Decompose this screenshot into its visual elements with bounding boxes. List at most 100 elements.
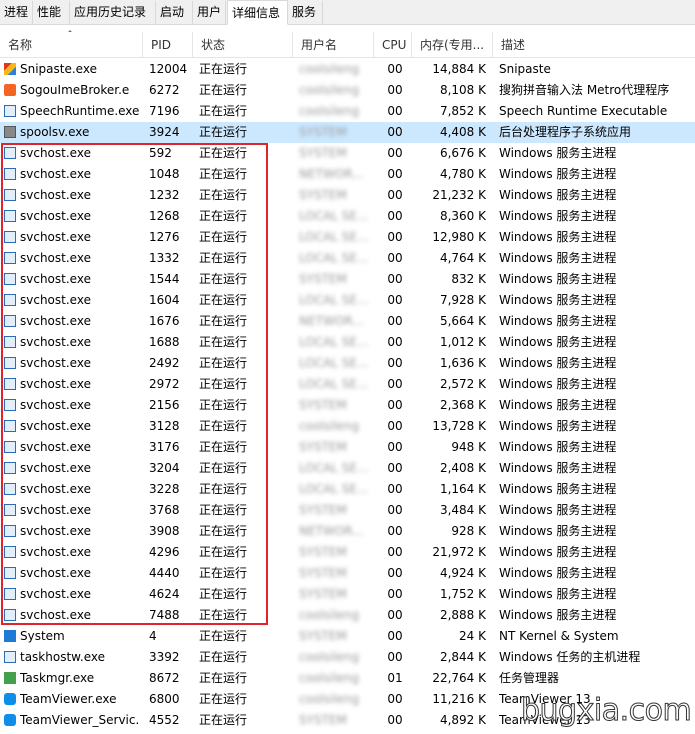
process-pid-text: 7488 (149, 608, 180, 622)
table-row[interactable]: SogouImeBroker.e 6272 正在运行 coolsileng 00 8,10… (0, 80, 695, 101)
process-status: 正在运行 (199, 710, 293, 731)
table-row[interactable]: taskhostw.exe 3392 正在运行 coolsileng 00 2,844 K… (0, 647, 695, 668)
generic-exe-icon (4, 504, 16, 516)
process-status: 正在运行 (199, 59, 293, 80)
process-status: 正在运行 (199, 563, 293, 584)
tab-details[interactable]: 详细信息 (227, 0, 288, 25)
generic-exe-icon (4, 420, 16, 432)
process-description: Windows 服务主进程 (499, 416, 695, 437)
table-row[interactable]: svchost.exe 3204 正在运行 LOCAL SE... 00 2,408 K W… (0, 458, 695, 479)
table-row[interactable]: svchost.exe 4296 正在运行 SYSTEM 00 21,972 K Windo… (0, 542, 695, 563)
teamviewer-icon (4, 693, 16, 705)
table-row[interactable]: svchost.exe 2492 正在运行 LOCAL SE... 00 1,636 K W… (0, 353, 695, 374)
process-status: 正在运行 (199, 353, 293, 374)
process-pid-text: 1544 (149, 272, 180, 286)
process-memory-text: 12,980 K (432, 230, 486, 244)
column-header-pid[interactable]: PID (143, 32, 193, 58)
table-row[interactable]: Taskmgr.exe 8672 正在运行 coolsileng 01 22,764 K 任… (0, 668, 695, 689)
table-row[interactable]: svchost.exe 3768 正在运行 SYSTEM 00 3,484 K Window… (0, 500, 695, 521)
process-description: Windows 服务主进程 (499, 521, 695, 542)
process-description: Windows 服务主进程 (499, 185, 695, 206)
table-row[interactable]: svchost.exe 1688 正在运行 LOCAL SE... 00 1,012 K W… (0, 332, 695, 353)
table-row[interactable]: svchost.exe 3128 正在运行 coolsileng 00 13,728 K W… (0, 416, 695, 437)
process-name: svchost.exe (4, 395, 140, 416)
column-header-status[interactable]: 状态 (193, 32, 293, 58)
table-row[interactable]: svchost.exe 1276 正在运行 LOCAL SE... 00 12,980 K… (0, 227, 695, 248)
process-username: coolsileng (299, 101, 374, 122)
column-header-cpu[interactable]: CPU (374, 32, 412, 58)
table-row[interactable]: svchost.exe 1604 正在运行 LOCAL SE... 00 7,928 K W… (0, 290, 695, 311)
column-header-memory[interactable]: 内存(专用... (412, 32, 493, 58)
table-row[interactable]: svchost.exe 4440 正在运行 SYSTEM 00 4,924 K Window… (0, 563, 695, 584)
process-status: 正在运行 (199, 479, 293, 500)
generic-exe-icon (4, 210, 16, 222)
process-description-text: Windows 服务主进程 (499, 251, 617, 265)
tab-services[interactable]: 服务 (288, 1, 323, 24)
tab-performance[interactable]: 性能 (33, 1, 70, 24)
tab-startup[interactable]: 启动 (156, 1, 193, 24)
tab-users[interactable]: 用户 (193, 1, 226, 24)
table-row[interactable]: svchost.exe 3908 正在运行 NETWOR... 00 928 K Windo… (0, 521, 695, 542)
process-name: svchost.exe (4, 458, 140, 479)
table-row[interactable]: svchost.exe 2972 正在运行 LOCAL SE... 00 2,572 K W… (0, 374, 695, 395)
table-row[interactable]: svchost.exe 1232 正在运行 SYSTEM 00 21,232 K Windo… (0, 185, 695, 206)
table-row[interactable]: svchost.exe 592 正在运行 SYSTEM 00 6,676 K Windows… (0, 143, 695, 164)
table-row[interactable]: Snipaste.exe 12004 正在运行 coolsileng 00 14,884 … (0, 59, 695, 80)
process-cpu: 00 (380, 101, 410, 122)
table-row[interactable]: svchost.exe 1332 正在运行 LOCAL SE... 00 4,764 K W… (0, 248, 695, 269)
process-username: LOCAL SE... (299, 458, 374, 479)
table-row[interactable]: svchost.exe 1268 正在运行 LOCAL SE... 00 8,360 K W… (0, 206, 695, 227)
process-table: Snipaste.exe 12004 正在运行 coolsileng 00 14,884 … (0, 59, 695, 731)
process-cpu-text: 00 (387, 314, 403, 328)
process-description: NT Kernel & System (499, 626, 695, 647)
process-cpu: 00 (380, 143, 410, 164)
process-description: Windows 服务主进程 (499, 542, 695, 563)
table-row[interactable]: svchost.exe 1544 正在运行 SYSTEM 00 832 K Windows … (0, 269, 695, 290)
process-status: 正在运行 (199, 395, 293, 416)
table-row[interactable]: svchost.exe 1048 正在运行 NETWOR... 00 4,780 K Win… (0, 164, 695, 185)
process-pid-text: 1604 (149, 293, 180, 307)
table-row[interactable]: svchost.exe 3176 正在运行 SYSTEM 00 948 K Windows … (0, 437, 695, 458)
process-username-text: SYSTEM (299, 398, 347, 412)
table-row[interactable]: svchost.exe 2156 正在运行 SYSTEM 00 2,368 K Window… (0, 395, 695, 416)
table-row[interactable]: spoolsv.exe 3924 正在运行 SYSTEM 00 4,408 K 后台处理程序… (0, 122, 695, 143)
process-name: svchost.exe (4, 311, 140, 332)
process-memory-text: 2,572 K (439, 377, 486, 391)
process-username-text: SYSTEM (299, 146, 347, 160)
table-row[interactable]: System 4 正在运行 SYSTEM 00 24 K NT Kernel & Syste… (0, 626, 695, 647)
tab-app-history[interactable]: 应用历史记录 (70, 1, 156, 24)
process-description-text: 搜狗拼音输入法 Metro代理程序 (499, 83, 670, 97)
table-row[interactable]: svchost.exe 4624 正在运行 SYSTEM 00 1,752 K Window… (0, 584, 695, 605)
process-name: System (4, 626, 140, 647)
table-row[interactable]: svchost.exe 7488 正在运行 coolsileng 00 2,888 K Wi… (0, 605, 695, 626)
process-cpu-text: 00 (387, 629, 403, 643)
column-header-username[interactable]: 用户名 (293, 32, 374, 58)
process-cpu: 00 (380, 521, 410, 542)
process-username: coolsileng (299, 80, 374, 101)
watermark: bugxia.com (521, 693, 693, 729)
process-name: svchost.exe (4, 521, 140, 542)
tab-processes[interactable]: 进程 (0, 1, 33, 24)
process-cpu: 00 (380, 164, 410, 185)
process-username: SYSTEM (299, 584, 374, 605)
process-username: LOCAL SE... (299, 290, 374, 311)
process-username: coolsileng (299, 605, 374, 626)
column-header-name[interactable]: 名称 (0, 32, 143, 58)
column-header-description[interactable]: 描述 (493, 32, 695, 58)
process-status-text: 正在运行 (199, 503, 248, 517)
process-memory: 7,852 K (418, 101, 486, 122)
process-username: SYSTEM (299, 710, 374, 731)
process-status-text: 正在运行 (199, 419, 248, 433)
process-username-text: LOCAL SE... (299, 482, 369, 496)
process-description: Windows 服务主进程 (499, 395, 695, 416)
process-memory-text: 24 K (459, 629, 486, 643)
process-pid: 3128 (149, 416, 193, 437)
process-username: coolsileng (299, 647, 374, 668)
process-cpu-text: 00 (387, 335, 403, 349)
table-row[interactable]: svchost.exe 3228 正在运行 LOCAL SE... 00 1,164 K W… (0, 479, 695, 500)
table-row[interactable]: svchost.exe 1676 正在运行 NETWOR... 00 5,664 K Win… (0, 311, 695, 332)
process-status-text: 正在运行 (199, 272, 248, 286)
process-name: svchost.exe (4, 605, 140, 626)
process-status-text: 正在运行 (199, 335, 248, 349)
table-row[interactable]: SpeechRuntime.exe 7196 正在运行 coolsileng 00 7,8… (0, 101, 695, 122)
